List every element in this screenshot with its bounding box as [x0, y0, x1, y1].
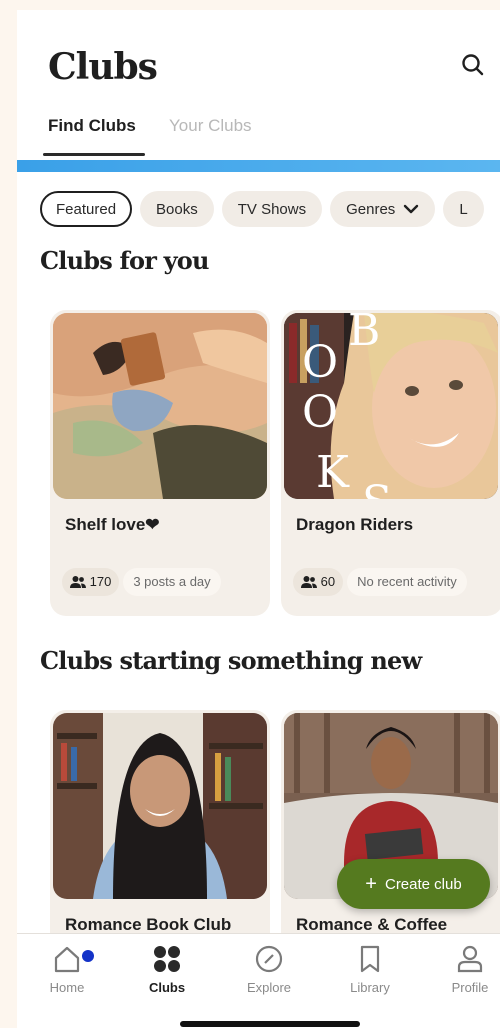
- section-title-for-you: Clubs for you: [40, 246, 209, 275]
- loading-bar: [17, 160, 500, 172]
- filter-chip-label: Genres: [346, 201, 396, 218]
- club-cover-image: B O O K S: [284, 313, 498, 499]
- filter-chip-featured[interactable]: Featured: [40, 191, 133, 227]
- filter-chips: Featured Books TV Shows Genres L: [40, 191, 500, 227]
- search-icon[interactable]: [460, 52, 486, 78]
- nav-item-profile[interactable]: Profile: [425, 944, 500, 995]
- nav-item-home[interactable]: Home: [22, 944, 112, 995]
- filter-chip-books[interactable]: Books: [140, 191, 214, 227]
- members-icon: [70, 575, 86, 588]
- tab-find-clubs[interactable]: Find Clubs: [48, 114, 136, 158]
- club-name: Romance & Coffee: [296, 915, 448, 934]
- nav-label: Library: [350, 980, 390, 995]
- nav-item-clubs[interactable]: Clubs: [122, 944, 212, 995]
- clubs-icon: [154, 946, 180, 972]
- bookmark-icon: [360, 945, 380, 973]
- activity-badge: 3 posts a day: [123, 568, 221, 596]
- cover-letter: B: [348, 313, 381, 356]
- member-count-badge: 170: [62, 568, 120, 596]
- user-icon: [457, 945, 483, 973]
- chevron-down-icon: [404, 204, 419, 213]
- club-card[interactable]: B O O K S Dragon Riders 60 No recent acti…: [281, 310, 500, 616]
- cover-letter: O: [302, 337, 339, 388]
- filter-chip-label: Books: [156, 201, 198, 218]
- cover-letter: O: [302, 387, 339, 438]
- filter-chip-tv-shows[interactable]: TV Shows: [221, 191, 323, 227]
- home-icon: [54, 946, 80, 973]
- members-icon: [301, 575, 317, 588]
- nav-item-library[interactable]: Library: [325, 944, 415, 995]
- member-count-badge: 60: [293, 568, 344, 596]
- nav-label: Profile: [451, 980, 489, 995]
- active-tab-indicator: [43, 153, 145, 156]
- cover-letter: K: [316, 447, 349, 498]
- club-card[interactable]: Romance & Coffee: [281, 710, 500, 970]
- club-meta: 60 No recent activity: [293, 568, 467, 596]
- filter-chip-genres[interactable]: Genres: [330, 191, 436, 227]
- nav-label: Home: [49, 980, 85, 995]
- nav-item-explore[interactable]: Explore: [224, 944, 314, 995]
- create-club-label: Create club: [384, 876, 462, 893]
- nav-label: Explore: [246, 980, 292, 995]
- tab-your-clubs[interactable]: Your Clubs: [169, 114, 252, 158]
- page-title: Clubs: [48, 46, 158, 88]
- club-meta: 170 3 posts a day: [62, 568, 221, 596]
- filter-chip-more[interactable]: L: [443, 191, 484, 227]
- app-screen: Clubs Find Clubs Your Clubs Featured Book…: [17, 10, 500, 1028]
- member-count: 60: [320, 574, 336, 589]
- home-indicator: [180, 1021, 360, 1027]
- filter-chip-label: TV Shows: [237, 201, 307, 218]
- member-count: 170: [89, 574, 112, 589]
- notification-badge: [82, 950, 94, 962]
- section-title-starting-new: Clubs starting something new: [40, 646, 422, 675]
- club-card[interactable]: Shelf love❤ 170 3 posts a day: [50, 310, 270, 616]
- header: Clubs: [17, 10, 500, 120]
- filter-chip-label: Featured: [56, 201, 117, 218]
- create-club-button[interactable]: + Create club: [337, 859, 490, 909]
- nav-label: Clubs: [148, 980, 186, 995]
- compass-icon: [255, 945, 283, 973]
- club-name: Romance Book Club: [65, 915, 232, 934]
- plus-icon: +: [365, 873, 377, 895]
- club-name: Shelf love❤: [65, 515, 160, 534]
- club-cover-image: [53, 713, 267, 899]
- filter-chip-label: L: [459, 201, 468, 218]
- bottom-nav: Home Clubs Explore Library Profile: [17, 933, 500, 1028]
- club-card[interactable]: Romance Book Club: [50, 710, 270, 970]
- cover-letter: S: [362, 481, 392, 500]
- club-name: Dragon Riders: [296, 515, 414, 534]
- activity-badge: No recent activity: [347, 568, 467, 596]
- club-cover-image: [53, 313, 267, 499]
